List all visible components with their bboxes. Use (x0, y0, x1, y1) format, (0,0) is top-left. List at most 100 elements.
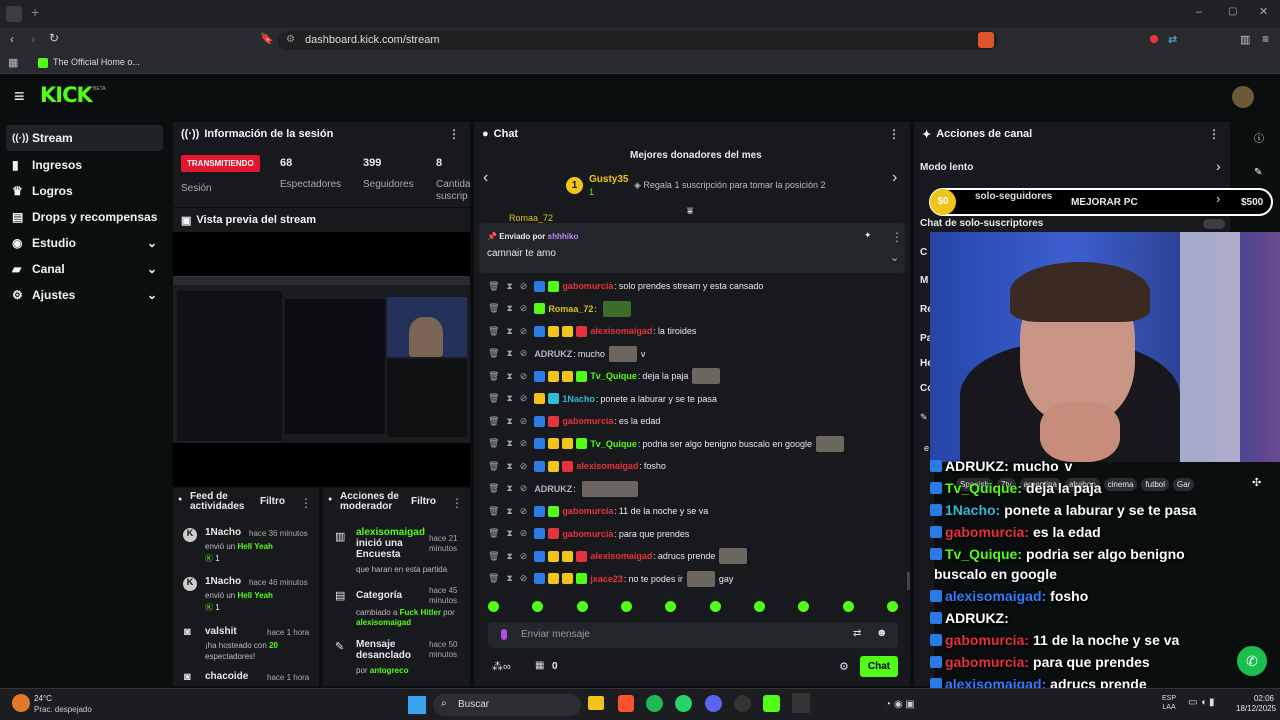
chevron-down-icon[interactable]: ⌄ (890, 251, 899, 264)
mod-user[interactable]: antogreco (370, 666, 409, 675)
chat-username[interactable]: gabomurcia (562, 416, 613, 426)
chat-scrollbar[interactable] (907, 572, 910, 590)
delete-icon[interactable]: 🗑 (488, 528, 499, 539)
ban-icon[interactable]: ⊘ (520, 528, 528, 539)
clock-time[interactable]: 02:06 (1254, 694, 1274, 703)
feed-user[interactable]: valshit (205, 626, 237, 637)
more-options-icon[interactable]: ⋮ (448, 127, 460, 141)
chat-username[interactable]: jxace23 (590, 574, 623, 584)
timeout-icon[interactable]: ⧗ (506, 303, 512, 314)
spotify-icon[interactable] (646, 695, 663, 712)
chat-username[interactable]: Romaa_72 (548, 304, 593, 314)
minimize-icon[interactable]: – (1196, 6, 1202, 18)
emote-icon[interactable] (488, 601, 499, 612)
kick-app-icon[interactable] (763, 695, 780, 712)
followers-only-item[interactable]: solo-seguidores (975, 191, 1052, 202)
epic-games-icon[interactable] (792, 693, 810, 713)
more-options-icon[interactable]: ⋮ (888, 127, 900, 141)
timeout-icon[interactable]: ⧗ (506, 506, 512, 517)
ban-icon[interactable]: ⊘ (520, 393, 528, 404)
emote-icon[interactable] (532, 601, 544, 612)
bookmark-item[interactable]: The Official Home o... (53, 57, 140, 67)
top-donor-name[interactable]: Gusty35 (589, 174, 628, 185)
delete-icon[interactable]: 🗑 (488, 348, 499, 359)
settings-icon[interactable]: ⚙ (839, 660, 849, 673)
pin-icon[interactable]: ✦ (864, 230, 872, 241)
emote-icon[interactable] (576, 601, 588, 612)
timeout-icon[interactable]: ⧗ (506, 461, 512, 472)
feed-filter-button[interactable]: Filtro (260, 496, 285, 507)
pin-collapse-icon[interactable]: ⩸ (687, 206, 693, 217)
tab-overview-icon[interactable] (6, 6, 22, 22)
translate-icon[interactable]: ⇄ (853, 628, 861, 639)
system-tray-icons[interactable]: ▭ ◖ ▮ (1188, 697, 1215, 708)
subs-only-toggle[interactable] (1203, 219, 1225, 229)
pinned-user[interactable]: shhhiko (548, 232, 579, 241)
taskbar-search[interactable]: ⌕ Buscar (433, 694, 581, 716)
chevron-right-icon[interactable]: › (1216, 191, 1220, 206)
more-options-icon[interactable]: ⋮ (1208, 127, 1220, 141)
delete-icon[interactable]: 🗑 (488, 483, 499, 494)
ban-icon[interactable]: ⊘ (520, 303, 528, 314)
emote-icon[interactable] (886, 601, 898, 612)
sidebar-item-drops[interactable]: ▤ Drops y recompensas (0, 204, 165, 230)
emote-icon[interactable] (620, 601, 632, 612)
tray-icons[interactable]: ◔ ◉ ▣ (885, 699, 915, 710)
sidebar-item-stream[interactable]: ((·)) Stream (6, 125, 163, 151)
timeout-icon[interactable]: ⧗ (506, 326, 512, 337)
translate-icon[interactable]: ⇄ (1168, 33, 1177, 46)
language[interactable]: ESP (1162, 695, 1176, 702)
whatsapp-icon[interactable] (675, 695, 692, 712)
brave-shield-icon[interactable] (978, 32, 994, 48)
ban-icon[interactable]: ⊘ (520, 438, 528, 449)
discord-icon[interactable] (705, 695, 722, 712)
new-tab-icon[interactable]: + (31, 4, 39, 20)
sidebar-item-logros[interactable]: ♛ Logros (0, 178, 165, 204)
bookmark-icon[interactable]: 🔖 (260, 32, 274, 45)
ban-icon[interactable]: ⊘ (520, 483, 528, 494)
delete-icon[interactable]: 🗑 (488, 303, 499, 314)
ban-icon[interactable]: ⊘ (520, 416, 528, 427)
more-options-icon[interactable]: ⋮ (300, 496, 312, 510)
windows-start-icon[interactable] (408, 696, 426, 714)
steam-icon[interactable] (734, 695, 751, 712)
chat-username[interactable]: alexisomaigad (590, 326, 652, 336)
sidebar-toggle-icon[interactable]: ▥ (1240, 33, 1250, 46)
delete-icon[interactable]: 🗑 (488, 573, 499, 584)
subs-only-item[interactable]: Chat de solo-suscriptores (920, 218, 1043, 229)
more-options-icon[interactable]: ⋮ (891, 230, 903, 244)
send-chat-button[interactable]: Chat (860, 656, 898, 677)
maximize-icon[interactable]: ▢ (1228, 6, 1237, 17)
delete-icon[interactable]: 🗑 (488, 371, 499, 382)
chat-username[interactable]: alexisomaigad (576, 461, 638, 471)
url-field[interactable]: ⚙ dashboard.kick.com/stream (278, 31, 998, 50)
tag[interactable]: Gar (1173, 478, 1195, 491)
delete-icon[interactable]: 🗑 (488, 326, 499, 337)
menu-icon[interactable]: ≡ (1262, 32, 1269, 46)
sidebar-item-canal[interactable]: ▰ Canal ⌄ (0, 256, 165, 282)
apps-icon[interactable]: ▦ (8, 56, 18, 69)
timeout-icon[interactable]: ⧗ (506, 348, 512, 359)
chevron-right-icon[interactable]: › (1216, 158, 1221, 174)
chat-username[interactable]: ADRUKZ (534, 484, 572, 494)
feed-user[interactable]: chacoide (205, 671, 248, 682)
sidebar-item-estudio[interactable]: ◉ Estudio ⌄ (0, 230, 165, 256)
chat-username[interactable]: alexisomaigad (590, 551, 652, 561)
donors-prev-icon[interactable]: ‹ (483, 169, 488, 187)
hamburger-icon[interactable]: ≡ (14, 86, 25, 107)
clock-date[interactable]: 18/12/2025 (1236, 704, 1276, 713)
mod-filter-button[interactable]: Filtro (411, 496, 436, 507)
ban-icon[interactable]: ⊘ (520, 573, 528, 584)
emote-icon[interactable] (665, 601, 677, 612)
chat-username[interactable]: Tv_Quique (590, 371, 637, 381)
feed-user[interactable]: 1Nacho (205, 527, 241, 538)
timeout-icon[interactable]: ⧗ (506, 483, 512, 494)
folder-icon[interactable] (588, 696, 604, 710)
mod-user[interactable]: alexisomaigad (356, 618, 411, 627)
mod-user[interactable]: alexisomaigad (356, 527, 425, 538)
mic-icon[interactable] (501, 629, 507, 640)
close-window-icon[interactable]: ✕ (1259, 5, 1268, 18)
emote-icon[interactable] (798, 601, 810, 612)
chat-username[interactable]: gabomurcia (562, 529, 613, 539)
ban-icon[interactable]: ⊘ (520, 371, 528, 382)
